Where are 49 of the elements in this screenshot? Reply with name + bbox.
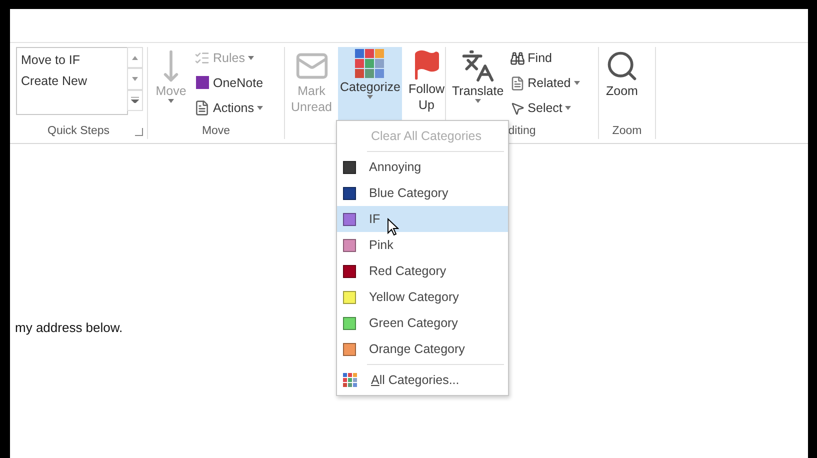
message-text: my address below. xyxy=(15,320,123,334)
select-button[interactable]: Select xyxy=(510,97,580,119)
categories-icon xyxy=(355,49,386,79)
category-item[interactable]: Green Category xyxy=(337,310,508,336)
categorize-button[interactable]: Categorize xyxy=(338,47,402,123)
group-label: Move xyxy=(202,125,230,139)
caret-icon xyxy=(565,106,572,110)
follow-up-button[interactable]: Follow Up xyxy=(406,47,447,123)
search-icon xyxy=(605,49,639,83)
related-button[interactable]: Related xyxy=(510,72,580,94)
quick-step-item[interactable]: Create New xyxy=(21,71,123,92)
translate-icon xyxy=(460,49,495,83)
group-label: diting xyxy=(508,125,536,139)
category-item[interactable]: Pink xyxy=(337,232,508,258)
onenote-button[interactable]: OneNote xyxy=(194,72,264,94)
notebook-icon xyxy=(194,75,210,91)
category-item[interactable]: Red Category xyxy=(337,258,508,284)
scroll-down-button[interactable] xyxy=(127,68,143,90)
category-item[interactable]: Yellow Category xyxy=(337,284,508,310)
document-icon xyxy=(194,100,210,116)
all-categories-item[interactable]: All Categories... xyxy=(337,367,508,393)
more-button[interactable] xyxy=(127,90,143,111)
caret-icon xyxy=(168,99,174,103)
mouse-cursor-icon xyxy=(387,218,399,236)
caret-icon xyxy=(367,95,374,99)
caret-icon xyxy=(257,106,263,110)
category-item[interactable]: Orange Category xyxy=(337,336,508,362)
find-button[interactable]: Find xyxy=(510,47,580,69)
pointer-icon xyxy=(510,100,525,116)
caret-icon xyxy=(248,56,254,60)
category-item[interactable]: Blue Category xyxy=(337,180,508,206)
dialog-launcher-icon[interactable] xyxy=(135,128,143,136)
up-arrow-icon xyxy=(132,56,138,60)
scroll-up-button[interactable] xyxy=(127,47,143,68)
translate-button[interactable]: Translate xyxy=(450,47,506,123)
categories-icon xyxy=(343,372,358,388)
group-label: Quick Steps xyxy=(48,125,110,139)
binoculars-icon xyxy=(510,50,525,66)
actions-button[interactable]: Actions xyxy=(194,97,264,119)
expand-icon xyxy=(131,97,139,104)
category-item[interactable]: Annoying xyxy=(337,154,508,180)
zoom-button[interactable]: Zoom xyxy=(603,47,641,123)
caret-icon xyxy=(574,81,580,85)
down-arrow-icon xyxy=(132,76,138,81)
checklist-icon xyxy=(194,50,210,66)
caret-icon xyxy=(474,99,481,103)
document-icon xyxy=(510,76,525,90)
group-label: Zoom xyxy=(612,125,642,139)
quick-step-item[interactable]: Move to IF xyxy=(21,50,123,71)
